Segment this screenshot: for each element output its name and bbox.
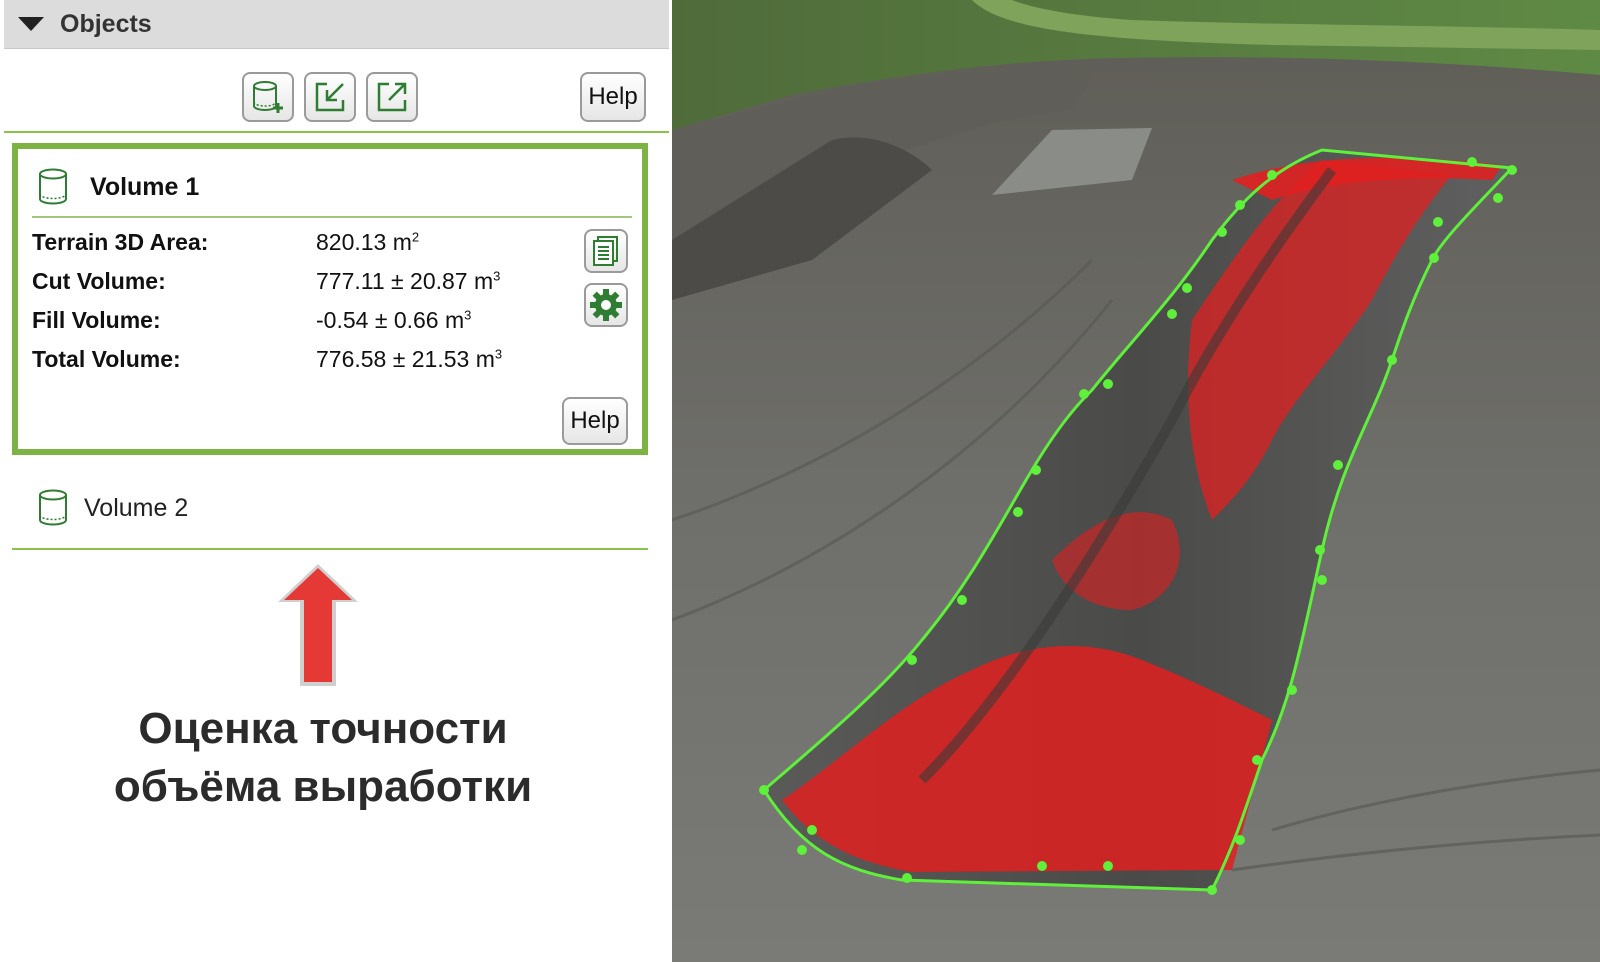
volume-1-card[interactable]: Volume 1 Terrain 3D Area: 820.13 m2 Cut … [12, 143, 648, 455]
report-button[interactable] [584, 229, 628, 273]
caption-line-1: Оценка точности [138, 704, 508, 753]
import-button[interactable] [304, 72, 356, 122]
volume-2-title: Volume 2 [84, 493, 189, 522]
point-cloud-view [672, 0, 1600, 962]
objects-toolbar: Help [0, 60, 670, 130]
new-volume-button[interactable] [242, 72, 294, 122]
volume-1-header: Volume 1 [38, 167, 199, 207]
settings-button[interactable] [584, 283, 628, 327]
stat-value: -0.54 ± 0.66 m3 [316, 307, 472, 333]
stat-label: Fill Volume: [32, 307, 161, 333]
volume-1-title: Volume 1 [90, 172, 200, 201]
export-icon [377, 82, 407, 112]
red-up-arrow-icon [276, 562, 360, 688]
stat-label: Cut Volume: [32, 268, 166, 294]
volume-2-row: Volume 2 [38, 486, 188, 530]
report-icon [593, 236, 618, 266]
volume-1-help-button[interactable]: Help [562, 397, 628, 445]
volume-2-item[interactable]: Volume 2 [12, 480, 648, 550]
objects-panel: Objects Help Volume 1 Terrain 3D Area: 8… [0, 0, 670, 962]
volume-cylinder-icon [39, 168, 67, 205]
panel-title: Objects [60, 9, 152, 38]
new-volume-icon [253, 81, 283, 113]
stat-value: 777.11 ± 20.87 m3 [316, 268, 501, 294]
app-window: Objects Help Volume 1 Terrain 3D Area: 8… [0, 0, 1600, 962]
stat-value: 776.58 ± 21.53 m3 [316, 346, 503, 372]
stat-label: Terrain 3D Area: [32, 229, 209, 255]
stat-value: 820.13 m2 [316, 229, 420, 255]
stat-row-fill-volume: Fill Volume: -0.54 ± 0.66 m3 [32, 307, 552, 343]
objects-panel-header[interactable]: Objects [4, 0, 669, 49]
volume-cylinder-icon [39, 489, 67, 526]
stat-row-total-volume: Total Volume: 776.58 ± 21.53 m3 [32, 346, 552, 382]
export-button[interactable] [366, 72, 418, 122]
3d-viewport[interactable] [672, 0, 1600, 962]
stat-row-terrain-area: Terrain 3D Area: 820.13 m2 [32, 229, 552, 265]
toolbar-divider [4, 131, 669, 133]
collapse-triangle-icon[interactable] [18, 17, 44, 31]
toolbar-help-button[interactable]: Help [580, 72, 646, 122]
caption: Оценка точности объёма выработки [0, 700, 646, 816]
import-icon [315, 82, 345, 112]
caption-line-2: объёма выработки [113, 762, 533, 811]
volume-1-divider [32, 216, 632, 218]
stat-label: Total Volume: [32, 346, 181, 372]
gear-icon [590, 289, 622, 321]
stat-row-cut-volume: Cut Volume: 777.11 ± 20.87 m3 [32, 268, 552, 304]
